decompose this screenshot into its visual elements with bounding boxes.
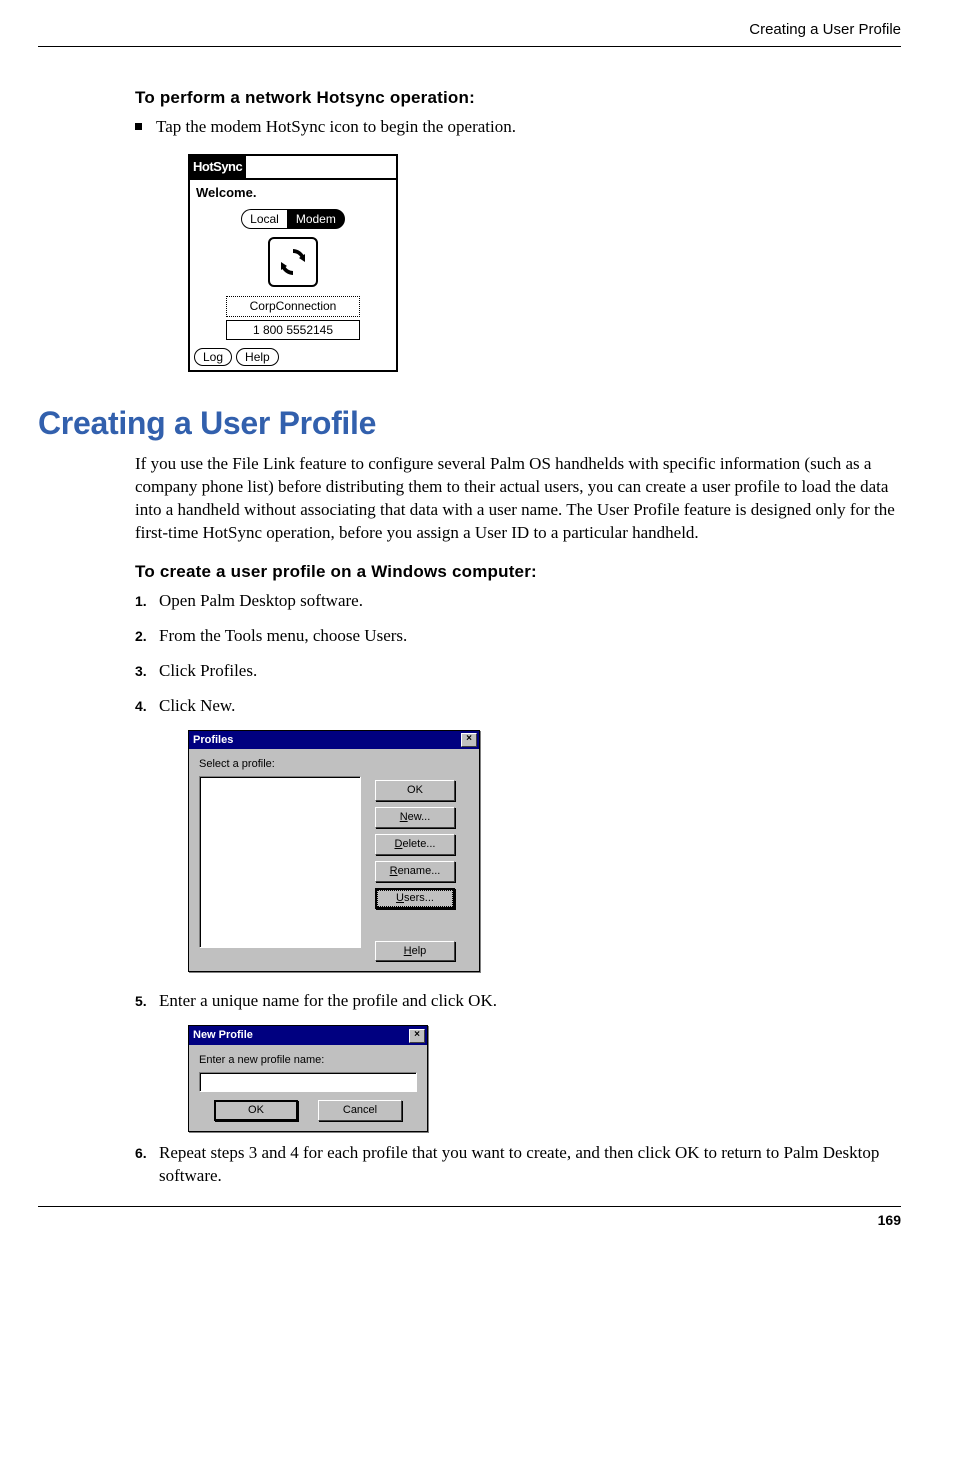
connection-field[interactable]: CorpConnection [226, 296, 360, 316]
hotsync-app-title: HotSync [190, 156, 246, 178]
step-num: 2. [135, 627, 159, 648]
step-text: Click Profiles. [159, 660, 901, 683]
tab-modem[interactable]: Modem [287, 209, 345, 229]
select-profile-label: Select a profile: [199, 757, 469, 772]
hotsync-welcome-text: Welcome. [190, 180, 396, 210]
step-num: 4. [135, 697, 159, 718]
new-profile-prompt: Enter a new profile name: [189, 1045, 427, 1072]
close-icon[interactable]: × [461, 733, 477, 747]
section-body: If you use the File Link feature to conf… [135, 453, 901, 545]
help-button[interactable]: Help [375, 941, 455, 962]
close-icon[interactable]: × [409, 1029, 425, 1043]
step-num: 1. [135, 592, 159, 613]
hotsync-icon[interactable] [268, 237, 318, 287]
log-button[interactable]: Log [194, 348, 232, 366]
dialog-title: New Profile [193, 1028, 253, 1043]
tab-local[interactable]: Local [241, 209, 287, 229]
section-title: Creating a User Profile [38, 402, 901, 445]
step-num: 3. [135, 662, 159, 683]
step-text: Open Palm Desktop software. [159, 590, 901, 613]
subhead-hotsync-op: To perform a network Hotsync operation: [135, 87, 901, 110]
cancel-button[interactable]: Cancel [318, 1100, 402, 1121]
subhead-create-profile: To create a user profile on a Windows co… [135, 561, 901, 584]
bullet-text: Tap the modem HotSync icon to begin the … [156, 116, 516, 139]
running-header: Creating a User Profile [38, 20, 901, 47]
step-text: From the Tools menu, choose Users. [159, 625, 901, 648]
profile-name-input[interactable] [199, 1072, 417, 1092]
help-button[interactable]: Help [236, 348, 279, 366]
hotsync-screenshot: HotSync Welcome. Local Modem CorpConnect… [188, 154, 398, 372]
dialog-title: Profiles [193, 733, 233, 748]
square-bullet-icon [135, 123, 142, 130]
page-number: 169 [38, 1206, 901, 1230]
step-num: 5. [135, 992, 159, 1013]
step-text: Repeat steps 3 and 4 for each profile th… [159, 1142, 901, 1188]
rename-button[interactable]: Rename... [375, 861, 455, 882]
step-text: Click New. [159, 695, 901, 718]
delete-button[interactable]: Delete... [375, 834, 455, 855]
ok-button[interactable]: OK [214, 1100, 298, 1121]
step-text: Enter a unique name for the profile and … [159, 990, 901, 1013]
ok-button[interactable]: OK [375, 780, 455, 801]
phone-field[interactable]: 1 800 5552145 [226, 320, 360, 340]
new-profile-dialog: New Profile × Enter a new profile name: … [188, 1025, 428, 1132]
profiles-dialog: Profiles × Select a profile: OK New... D… [188, 730, 480, 973]
new-button[interactable]: New... [375, 807, 455, 828]
profile-listbox[interactable] [199, 776, 361, 948]
users-button[interactable]: Users... [375, 888, 455, 909]
step-num: 6. [135, 1144, 159, 1188]
